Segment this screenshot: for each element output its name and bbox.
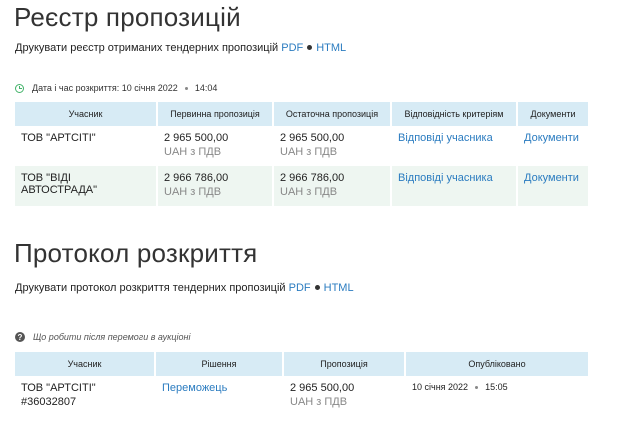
documents-cell: Документи xyxy=(518,126,588,166)
help-link[interactable]: Що робити після перемоги в аукціоні xyxy=(33,332,190,342)
registry-title: Реєстр пропозицій xyxy=(14,2,241,32)
offer-cell: 2 965 500,00 UAH з ПДВ xyxy=(284,376,406,420)
initial-offer: 2 965 500,00 UAH з ПДВ xyxy=(158,126,274,166)
currency-note: UAH з ПДВ xyxy=(280,186,338,198)
protocol-print-line: Друкувати протокол розкриття тендерних п… xyxy=(15,282,354,294)
published-datetime: 10 січня 2022 15:05 xyxy=(412,382,582,392)
col-initial-offer: Первинна пропозиція xyxy=(158,102,274,126)
participant-id: #36032807 xyxy=(21,396,77,408)
col-final-offer: Остаточна пропозиція xyxy=(274,102,392,126)
protocol-print-html-link[interactable]: HTML xyxy=(324,282,354,294)
opening-date-label: Дата і час розкриття: 10 січня 2022 xyxy=(32,83,178,93)
currency-note: UAH з ПДВ xyxy=(164,186,222,198)
protocol-print-text: Друкувати протокол розкриття тендерних п… xyxy=(15,282,286,294)
final-offer-value: 2 965 500,00 xyxy=(280,132,345,144)
registry-print-html-link[interactable]: HTML xyxy=(316,42,346,54)
final-offer: 2 966 786,00 UAH з ПДВ xyxy=(274,166,392,206)
final-offer: 2 965 500,00 UAH з ПДВ xyxy=(274,126,392,166)
published-time: 15:05 xyxy=(485,382,508,392)
protocol-table-header: Учасник Рішення Пропозиція Опубліковано xyxy=(15,352,588,376)
col-criteria: Відповідність критеріям xyxy=(392,102,518,126)
participant-answers-link[interactable]: Відповіді учасника xyxy=(398,172,493,184)
offer-value: 2 965 500,00 xyxy=(290,382,355,394)
registry-table: Учасник Первинна пропозиція Остаточна пр… xyxy=(15,102,588,206)
documents-cell: Документи xyxy=(518,166,588,206)
final-offer-value: 2 966 786,00 xyxy=(280,172,345,184)
participant-name: ТОВ "ВІДІ АВТОСТРАДА" xyxy=(15,166,158,206)
registry-table-header: Учасник Первинна пропозиція Остаточна пр… xyxy=(15,102,588,126)
col-participant: Учасник xyxy=(15,352,156,376)
criteria-cell: Відповіді учасника xyxy=(392,126,518,166)
separator-dot-icon xyxy=(307,45,313,51)
documents-link[interactable]: Документи xyxy=(524,132,579,144)
help-link-row[interactable]: ? Що робити після перемоги в аукціоні xyxy=(15,332,190,342)
registry-print-line: Друкувати реєстр отриманих тендерних про… xyxy=(15,42,346,54)
initial-offer-value: 2 965 500,00 xyxy=(164,132,229,144)
col-published: Опубліковано xyxy=(406,352,588,376)
col-offer: Пропозиція xyxy=(284,352,406,376)
protocol-table: Учасник Рішення Пропозиція Опубліковано … xyxy=(15,352,588,420)
col-decision: Рішення xyxy=(156,352,284,376)
published-cell: 10 січня 2022 15:05 xyxy=(406,376,588,420)
initial-offer: 2 966 786,00 UAH з ПДВ xyxy=(158,166,274,206)
winner-link[interactable]: Переможець xyxy=(162,382,227,394)
clock-icon xyxy=(15,83,24,93)
criteria-cell: Відповіді учасника xyxy=(392,166,518,206)
protocol-title: Протокол розкриття xyxy=(14,238,258,268)
published-date: 10 січня 2022 xyxy=(412,382,469,392)
table-row: ТОВ "АРТСІТІ" 2 965 500,00 UAH з ПДВ 2 9… xyxy=(15,126,588,166)
registry-print-pdf-link[interactable]: PDF xyxy=(281,42,303,54)
currency-note: UAH з ПДВ xyxy=(280,146,338,158)
currency-note: UAH з ПДВ xyxy=(164,146,222,158)
decision-cell: Переможець xyxy=(156,376,284,420)
separator-dot-icon xyxy=(184,86,188,90)
protocol-print-pdf-link[interactable]: PDF xyxy=(289,282,311,294)
table-row: ТОВ "ВІДІ АВТОСТРАДА" 2 966 786,00 UAH з… xyxy=(15,166,588,206)
participant-name: ТОВ "АРТСІТІ" xyxy=(15,126,158,166)
opening-date: Дата і час розкриття: 10 січня 2022 14:0… xyxy=(15,83,217,93)
col-participant: Учасник xyxy=(15,102,158,126)
separator-dot-icon xyxy=(475,385,479,389)
documents-link[interactable]: Документи xyxy=(524,172,579,184)
col-documents: Документи xyxy=(518,102,588,126)
currency-note: UAH з ПДВ xyxy=(290,396,348,408)
table-row: ТОВ "АРТСІТІ" #36032807 Переможець 2 965… xyxy=(15,376,588,420)
separator-dot-icon xyxy=(314,285,320,291)
opening-time: 14:04 xyxy=(194,83,218,93)
initial-offer-value: 2 966 786,00 xyxy=(164,172,229,184)
registry-print-text: Друкувати реєстр отриманих тендерних про… xyxy=(15,42,279,54)
question-icon: ? xyxy=(15,332,25,342)
participant-answers-link[interactable]: Відповіді учасника xyxy=(398,132,493,144)
participant-cell: ТОВ "АРТСІТІ" #36032807 xyxy=(15,376,156,420)
participant-name: ТОВ "АРТСІТІ" xyxy=(21,382,96,394)
